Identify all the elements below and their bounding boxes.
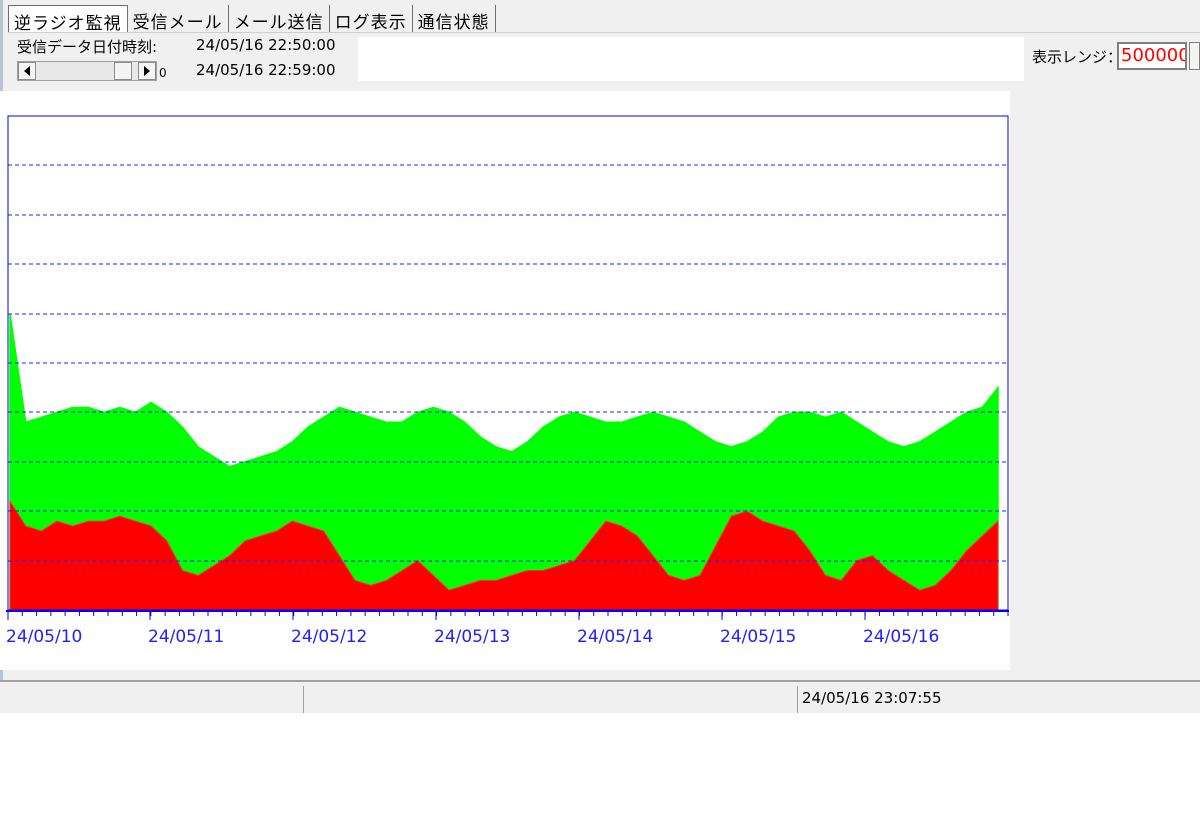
status-timestamp: 24/05/16 23:07:55 — [802, 689, 942, 707]
received-start-time: 24/05/16 22:50:00 — [196, 36, 336, 54]
range-label: 表示レンジ： — [1032, 48, 1123, 66]
scroll-thumb[interactable] — [114, 62, 132, 80]
x-tick-label-4: 24/05/14 — [577, 627, 653, 647]
tab-comm-status[interactable]: 通信状態 — [413, 5, 496, 33]
tab-reverse-radio-monitor[interactable]: 逆ラジオ監視 — [8, 5, 128, 34]
x-tick-label-5: 24/05/15 — [720, 627, 796, 647]
traffic-chart: 24/05/10 24/05/11 24/05/12 24/05/13 24/05/14… — [6, 115, 1009, 647]
range-dropdown-button[interactable] — [1189, 42, 1200, 70]
scroll-left-button[interactable] — [18, 62, 36, 80]
received-datetime-label: 受信データ日付時刻: — [17, 38, 158, 56]
received-end-time: 24/05/16 22:59:00 — [196, 61, 336, 79]
tab-send-mail[interactable]: メール送信 — [229, 5, 330, 33]
tab-log-view[interactable]: ログ表示 — [330, 5, 413, 33]
x-tick-label-1: 24/05/11 — [148, 627, 224, 647]
app-root: 逆ラジオ監視 受信メール メール送信 ログ表示 通信状態 受信データ日付時刻: … — [0, 0, 1200, 834]
status-bar — [0, 680, 1200, 713]
tab-strip: 逆ラジオ監視 受信メール メール送信 ログ表示 通信状態 — [8, 5, 496, 34]
arrow-left-icon — [24, 66, 30, 76]
scroll-right-button[interactable] — [138, 62, 156, 80]
tab-received-mail[interactable]: 受信メール — [128, 5, 229, 33]
time-scrollbar[interactable] — [17, 61, 157, 81]
range-input[interactable]: 500000 — [1117, 42, 1187, 70]
x-tick-label-3: 24/05/13 — [434, 627, 510, 647]
info-panel — [358, 37, 1024, 81]
tab-baseline — [8, 32, 1200, 33]
scroll-value: 0 — [159, 66, 167, 80]
x-tick-label-2: 24/05/12 — [291, 627, 367, 647]
x-tick-label-6: 24/05/16 — [863, 627, 939, 647]
arrow-right-icon — [144, 66, 150, 76]
status-panel-middle — [303, 686, 797, 713]
x-tick-label-0: 24/05/10 — [6, 627, 82, 647]
